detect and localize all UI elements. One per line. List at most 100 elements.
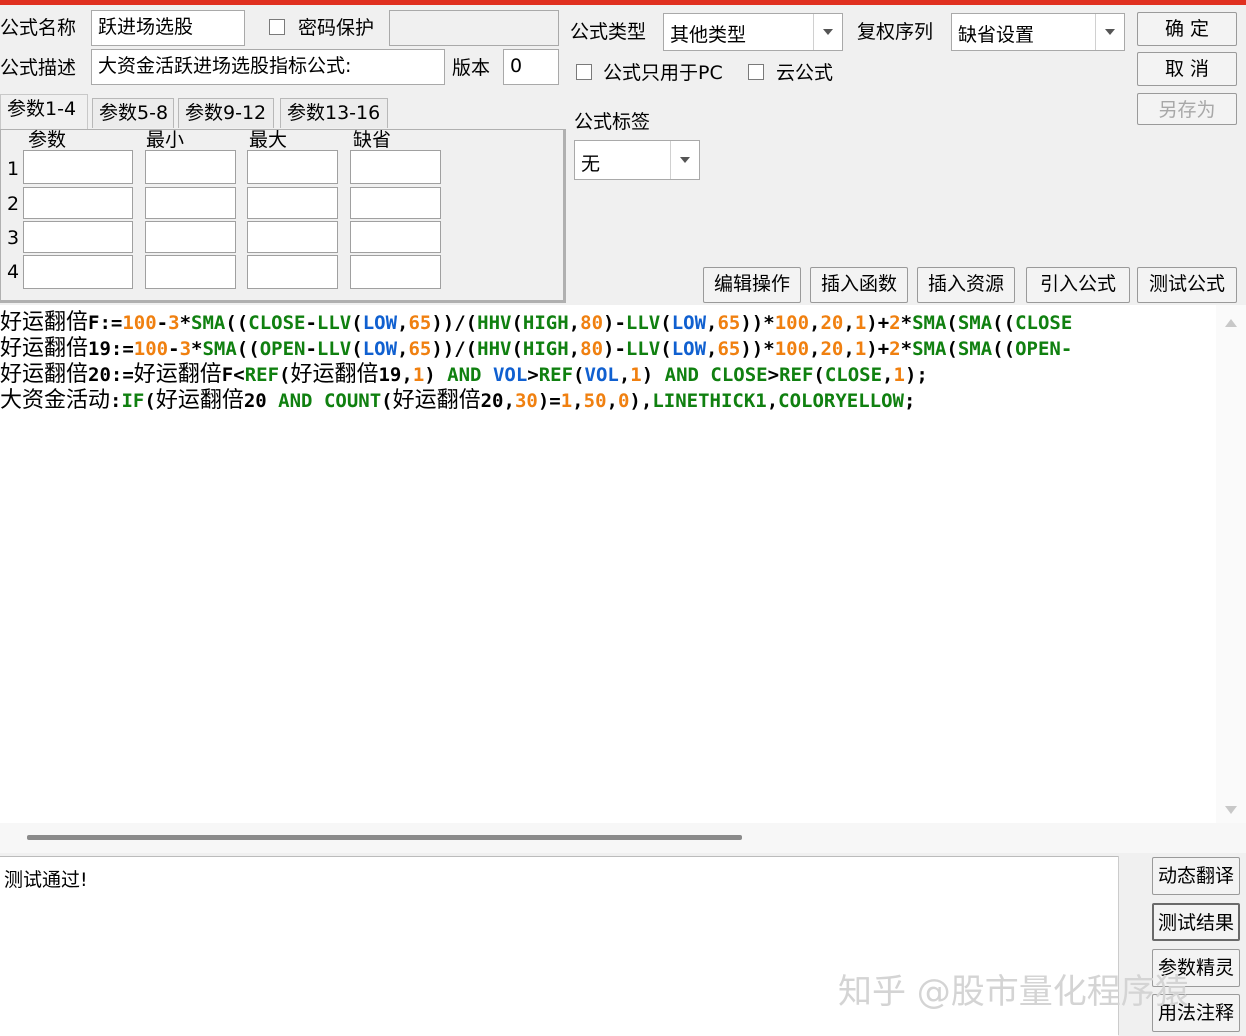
code-token: * — [191, 338, 203, 360]
code-token: LINETHICK1 — [652, 390, 767, 412]
code-token: ( — [144, 390, 156, 412]
param-name-input[interactable] — [23, 221, 133, 253]
code-token: ))/( — [431, 312, 478, 334]
chevron-down-icon[interactable] — [1095, 14, 1124, 50]
code-token: ( — [946, 312, 958, 334]
scroll-down-icon[interactable] — [1225, 806, 1237, 814]
rights-select[interactable]: 缺省设置 — [951, 13, 1125, 51]
param-min-input[interactable] — [145, 150, 236, 184]
chevron-down-icon[interactable] — [670, 141, 699, 179]
window-top-border — [0, 0, 1246, 5]
tab-params-9-12[interactable]: 参数9-12 — [178, 98, 274, 128]
code-token: ))/( — [431, 338, 478, 360]
rights-value: 缺省设置 — [958, 24, 1035, 46]
code-token: 30 — [514, 390, 538, 412]
code-token: , — [809, 338, 821, 360]
code-token: (( — [225, 312, 249, 334]
param-row-number: 2 — [7, 193, 20, 215]
param-max-input[interactable] — [247, 187, 338, 219]
cancel-button[interactable]: 取 消 — [1137, 52, 1237, 86]
import-formula-button[interactable]: 引入公式 — [1026, 267, 1130, 303]
code-token: > — [527, 364, 539, 386]
cloud-checkbox[interactable] — [748, 64, 764, 80]
pc-only-checkbox[interactable] — [576, 64, 592, 80]
password-input[interactable] — [389, 10, 559, 46]
param-row-number: 1 — [7, 158, 20, 180]
code-token: LLV — [625, 338, 661, 360]
tab-params-13-16[interactable]: 参数13-16 — [280, 98, 388, 128]
param-max-input[interactable] — [247, 150, 338, 184]
code-token: 3 — [179, 338, 192, 360]
rights-label: 复权序列 — [857, 21, 934, 43]
param-min-input[interactable] — [145, 255, 236, 289]
code-token: )- — [603, 312, 626, 334]
code-token: )+ — [866, 338, 890, 360]
param-min-input[interactable] — [145, 221, 236, 253]
horizontal-scroll-thumb[interactable] — [27, 835, 742, 840]
code-token: LLV — [625, 312, 661, 334]
code-token: , — [606, 390, 618, 412]
insert-resource-button[interactable]: 插入资源 — [917, 267, 1015, 303]
code-token: OPEN — [259, 338, 306, 360]
chevron-down-icon[interactable] — [813, 14, 842, 50]
code-token: - — [168, 338, 180, 360]
code-token: SMA — [957, 312, 993, 334]
param-default-input[interactable] — [350, 221, 441, 253]
edit-operations-button[interactable]: 编辑操作 — [703, 267, 801, 303]
code-token: ( — [351, 338, 363, 360]
ok-button[interactable]: 确 定 — [1137, 12, 1237, 46]
param-default-input[interactable] — [350, 187, 441, 219]
code-token: * — [179, 312, 192, 334]
code-token: ( — [511, 312, 523, 334]
vertical-scrollbar[interactable] — [1216, 305, 1246, 823]
param-name-input[interactable] — [23, 255, 133, 289]
formula-name-input[interactable]: 跃进场选股 — [91, 10, 245, 46]
tab-params-5-8[interactable]: 参数5-8 — [92, 98, 174, 128]
code-token: HIGH — [522, 312, 569, 334]
code-token: 1 — [412, 364, 425, 386]
test-result-button[interactable]: 测试结果 — [1152, 903, 1240, 941]
code-token: , — [809, 312, 821, 334]
formula-type-select[interactable]: 其他类型 — [663, 13, 843, 51]
code-line: 好运翻倍19:=100-3*SMA((OPEN-LLV(LOW,65))/(HH… — [0, 336, 1072, 362]
horizontal-scrollbar[interactable] — [0, 823, 1246, 853]
param-default-input[interactable] — [350, 150, 441, 184]
password-checkbox[interactable] — [269, 19, 285, 35]
insert-function-button[interactable]: 插入函数 — [810, 267, 908, 303]
version-input[interactable]: 0 — [503, 49, 559, 85]
code-token: CLOSE — [710, 364, 768, 386]
param-name-input[interactable] — [23, 150, 133, 184]
code-token: 好运翻倍 — [0, 362, 89, 387]
code-token: REF — [244, 364, 280, 386]
param-name-input[interactable] — [23, 187, 133, 219]
code-token: 50 — [583, 390, 607, 412]
code-token: 1 — [893, 364, 905, 386]
code-token: 1 — [854, 312, 867, 334]
code-token: (( — [992, 338, 1016, 360]
code-token: ); — [904, 364, 928, 386]
code-token: 100 — [774, 338, 810, 360]
code-token: 65 — [408, 312, 432, 334]
code-token: 20 — [820, 312, 844, 334]
code-line: 好运翻倍F:=100-3*SMA((CLOSE-LLV(LOW,65))/(HH… — [0, 310, 1072, 336]
code-editor[interactable]: 好运翻倍F:=100-3*SMA((CLOSE-LLV(LOW,65))/(HH… — [0, 305, 1216, 823]
code-token: 20:= — [88, 364, 134, 386]
param-header-default: 缺省 — [353, 129, 392, 151]
param-min-input[interactable] — [145, 187, 236, 219]
formula-tag-select[interactable]: 无 — [574, 140, 700, 180]
code-token: REF — [779, 364, 814, 386]
param-max-input[interactable] — [247, 255, 338, 289]
scroll-up-icon[interactable] — [1225, 319, 1237, 327]
param-max-input[interactable] — [247, 221, 338, 253]
code-token: 80 — [580, 338, 604, 360]
code-token: , — [706, 338, 718, 360]
formula-desc-input[interactable]: 大资金活跃进场选股指标公式: — [91, 49, 445, 85]
code-line: 好运翻倍20:=好运翻倍F<REF(好运翻倍19,1) AND VOL>REF(… — [0, 362, 928, 388]
test-formula-button[interactable]: 测试公式 — [1137, 267, 1237, 303]
dynamic-translate-button[interactable]: 动态翻译 — [1152, 857, 1240, 895]
tab-params-1-4[interactable]: 参数1-4 — [0, 94, 88, 130]
code-token: AND — [278, 390, 313, 412]
param-default-input[interactable] — [350, 255, 441, 289]
save-as-button[interactable]: 另存为 — [1137, 93, 1237, 125]
